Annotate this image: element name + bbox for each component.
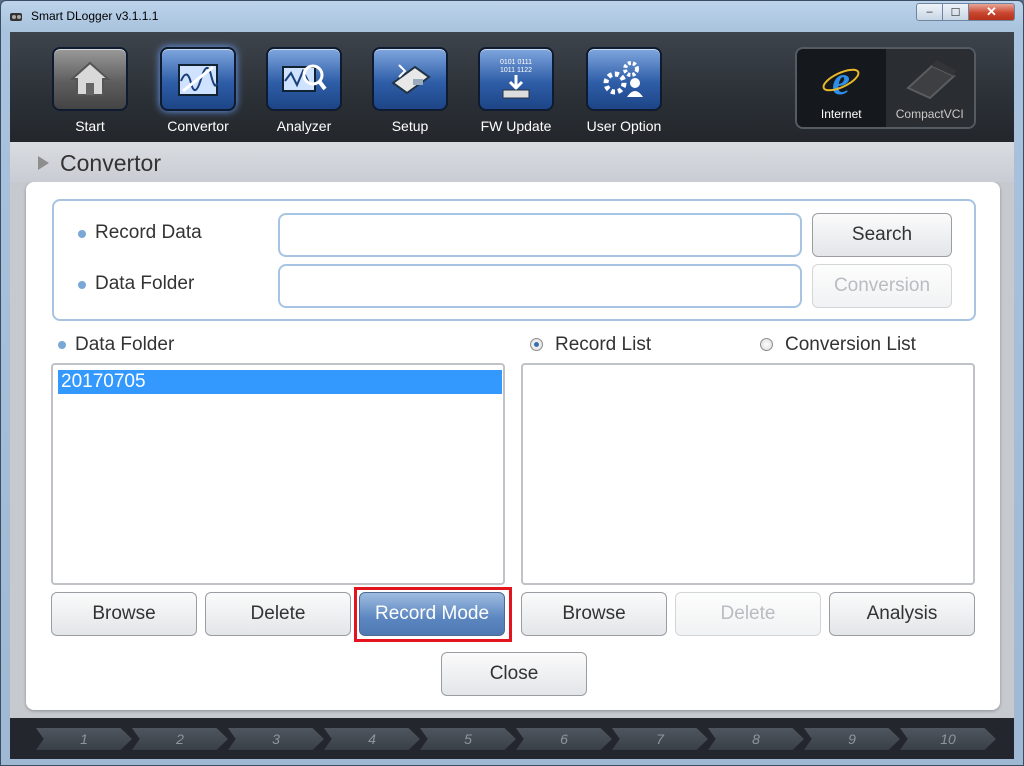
left-browse-button[interactable]: Browse bbox=[51, 592, 197, 636]
left-delete-button[interactable]: Delete bbox=[205, 592, 351, 636]
app-window: Smart DLogger v3.1.1.1 – ☐ ✕ Start Conve… bbox=[0, 0, 1024, 766]
record-data-label: Record Data bbox=[95, 222, 202, 243]
title-bar: Smart DLogger v3.1.1.1 – ☐ ✕ bbox=[1, 1, 1023, 31]
step-label: 2 bbox=[176, 731, 184, 747]
step-label: 5 bbox=[464, 731, 472, 747]
expand-arrow-icon bbox=[38, 156, 49, 170]
toolbar-convertor-label: Convertor bbox=[167, 118, 229, 134]
search-button[interactable]: Search bbox=[812, 213, 952, 257]
step-label: 7 bbox=[656, 731, 664, 747]
data-folder-list[interactable]: 20170705 bbox=[51, 363, 505, 585]
setup-icon bbox=[372, 47, 448, 111]
app-icon bbox=[10, 13, 22, 21]
toolbar-user-option-label: User Option bbox=[586, 118, 662, 134]
section-header: Convertor bbox=[10, 142, 1014, 182]
input-group: Record Data Search Data Folder Conversio… bbox=[52, 199, 976, 321]
record-list-radio[interactable] bbox=[530, 338, 543, 351]
fw-update-icon: 0101 0111 1011 1122 bbox=[478, 47, 554, 111]
close-window-button[interactable]: ✕ bbox=[969, 3, 1015, 21]
record-mode-button[interactable]: Record Mode bbox=[359, 592, 505, 636]
convertor-icon bbox=[160, 47, 236, 111]
step-10[interactable]: 10 bbox=[900, 728, 996, 750]
data-folder-list-title: Data Folder bbox=[75, 334, 175, 355]
side-panel: e Internet CompactVCI bbox=[795, 47, 976, 129]
step-2[interactable]: 2 bbox=[132, 728, 228, 750]
toolbar-start-label: Start bbox=[75, 118, 105, 134]
step-bar: 1 2 3 4 5 6 7 8 9 10 bbox=[10, 718, 1014, 759]
home-icon bbox=[52, 47, 128, 111]
user-option-icon bbox=[586, 47, 662, 111]
step-label: 3 bbox=[272, 731, 280, 747]
internet-explorer-icon: e bbox=[797, 57, 886, 101]
data-folder-input[interactable] bbox=[278, 264, 802, 308]
minimize-icon: – bbox=[926, 6, 933, 18]
record-data-input[interactable] bbox=[278, 213, 802, 257]
conversion-list-radio[interactable] bbox=[760, 338, 773, 351]
step-5[interactable]: 5 bbox=[420, 728, 516, 750]
main-toolbar: Start Convertor Analyzer Setup 0101 0111… bbox=[10, 32, 1014, 142]
step-label: 9 bbox=[848, 731, 856, 747]
fw-icon-text-1: 0101 0111 bbox=[500, 59, 532, 66]
compactvci-label: CompactVCI bbox=[895, 107, 964, 121]
bullet-icon bbox=[78, 281, 86, 289]
toolbar-analyzer[interactable]: Analyzer bbox=[259, 47, 349, 134]
right-browse-button[interactable]: Browse bbox=[521, 592, 667, 636]
bullet-icon bbox=[78, 230, 86, 238]
toolbar-start[interactable]: Start bbox=[45, 47, 135, 134]
compactvci-button[interactable]: CompactVCI bbox=[885, 49, 975, 127]
internet-button[interactable]: e Internet bbox=[797, 49, 886, 127]
convertor-panel: Record Data Search Data Folder Conversio… bbox=[26, 182, 1000, 710]
maximize-button[interactable]: ☐ bbox=[943, 3, 969, 21]
step-8[interactable]: 8 bbox=[708, 728, 804, 750]
step-label: 10 bbox=[940, 731, 956, 747]
analyzer-icon bbox=[266, 47, 342, 111]
step-7[interactable]: 7 bbox=[612, 728, 708, 750]
step-4[interactable]: 4 bbox=[324, 728, 420, 750]
step-1[interactable]: 1 bbox=[36, 728, 132, 750]
data-folder-label: Data Folder bbox=[95, 273, 195, 294]
step-label: 1 bbox=[80, 731, 88, 747]
conversion-button[interactable]: Conversion bbox=[812, 264, 952, 308]
analysis-button[interactable]: Analysis bbox=[829, 592, 975, 636]
bullet-icon bbox=[58, 341, 66, 349]
toolbar-fw-update-label: FW Update bbox=[480, 118, 552, 134]
maximize-icon: ☐ bbox=[950, 6, 961, 19]
fw-icon-text-2: 1011 1122 bbox=[500, 67, 532, 74]
toolbar-setup[interactable]: Setup bbox=[365, 47, 455, 134]
toolbar-setup-label: Setup bbox=[391, 118, 429, 134]
step-6[interactable]: 6 bbox=[516, 728, 612, 750]
step-label: 4 bbox=[368, 731, 376, 747]
svg-text:e: e bbox=[832, 58, 850, 100]
window-title: Smart DLogger v3.1.1.1 bbox=[31, 9, 159, 23]
record-list[interactable] bbox=[521, 363, 975, 585]
record-list-label[interactable]: Record List bbox=[555, 334, 651, 356]
page-title: Convertor bbox=[60, 150, 161, 176]
close-icon: ✕ bbox=[986, 4, 997, 19]
conversion-list-label[interactable]: Conversion List bbox=[785, 334, 916, 356]
step-3[interactable]: 3 bbox=[228, 728, 324, 750]
right-delete-button[interactable]: Delete bbox=[675, 592, 821, 636]
toolbar-analyzer-label: Analyzer bbox=[276, 118, 332, 134]
client-area: Start Convertor Analyzer Setup 0101 0111… bbox=[10, 32, 1014, 759]
close-button[interactable]: Close bbox=[441, 652, 587, 696]
toolbar-fw-update[interactable]: 0101 0111 1011 1122 FW Update bbox=[471, 47, 561, 134]
minimize-button[interactable]: – bbox=[916, 3, 943, 21]
step-label: 6 bbox=[560, 731, 568, 747]
internet-label: Internet bbox=[820, 107, 862, 121]
list-item[interactable]: 20170705 bbox=[58, 370, 502, 394]
step-label: 8 bbox=[752, 731, 760, 747]
content-area: Record Data Search Data Folder Conversio… bbox=[10, 172, 1014, 718]
step-9[interactable]: 9 bbox=[804, 728, 900, 750]
toolbar-convertor[interactable]: Convertor bbox=[153, 47, 243, 134]
toolbar-user-option[interactable]: User Option bbox=[579, 47, 669, 134]
compactvci-icon bbox=[886, 57, 975, 101]
